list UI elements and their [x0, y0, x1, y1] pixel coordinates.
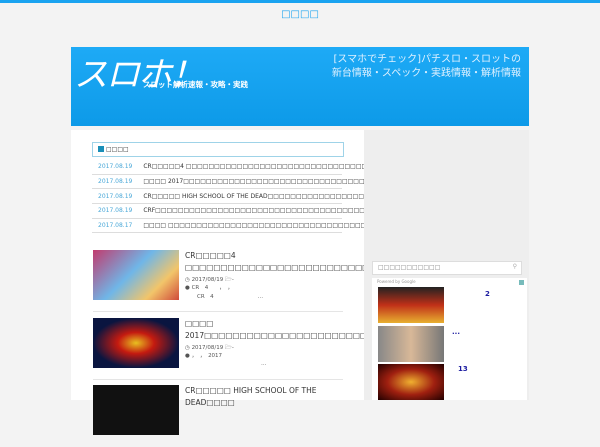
- site-tagline: スロット解析速報・攻略・実践: [143, 80, 248, 89]
- post-card: □□□□ 2017□□□□□□□□□□□□□□□□□□□□□□□□□□□□□□□…: [93, 318, 459, 380]
- news-title[interactable]: □□□□ □□□□□□□□□□□□□□□□□□□□□□□□□□□□□□□□□□□…: [143, 222, 372, 229]
- description-line: [スマホでチェック]パチスロ・スロットの: [333, 54, 521, 65]
- post-title[interactable]: CR□□□□□ HIGH SCHOOL OF THE DEAD□□□□: [185, 385, 345, 409]
- post-thumbnail[interactable]: [93, 385, 179, 435]
- sidebar: □□□□□□□□□□□ ⚲ Powered by Google 2 ... 13: [364, 130, 529, 400]
- news-date: 2017.08.19: [98, 163, 133, 171]
- video-thumbnail[interactable]: [378, 364, 444, 400]
- powered-by-google: Powered by Google: [377, 279, 416, 284]
- news-title[interactable]: □□□□ 2017□□□□□□□□□□□□□□□□□□□□□□□□□□□□□□□…: [143, 178, 370, 185]
- video-thumbnail[interactable]: [378, 326, 444, 362]
- news-item[interactable]: 2017.08.19 □□□□ 2017□□□□□□□□□□□□□□□□□□□□□…: [92, 175, 370, 190]
- post-thumbnail[interactable]: [93, 318, 179, 368]
- notice-icon: [98, 146, 104, 152]
- video-thumbnail[interactable]: [378, 287, 444, 323]
- tag-list[interactable]: ， ， 2017: [192, 353, 223, 359]
- search-placeholder: □□□□□□□□□□□: [378, 264, 441, 271]
- news-list: 2017.08.19 CR□□□□□4 □□□□□□□□□□□□□□□□□□□□□…: [92, 160, 443, 234]
- video-title[interactable]: 2: [485, 290, 490, 298]
- video-widget: Powered by Google 2 ... 13: [372, 278, 527, 400]
- news-item[interactable]: 2017.08.17 □□□□ □□□□□□□□□□□□□□□□□□□□□□□□□…: [92, 219, 372, 234]
- top-accent-bar: [0, 0, 600, 3]
- notice-header: □□□□: [92, 142, 344, 157]
- site-header-banner[interactable]: スロホ！ スロット解析速報・攻略・実践 [スマホでチェック]パチスロ・スロットの…: [71, 47, 529, 126]
- news-item[interactable]: 2017.08.19 CRF□□□□□□□□□□□□□□□□□□□□□□□□□□□…: [92, 204, 399, 219]
- nav-menu-item[interactable]: □□□□: [0, 9, 600, 20]
- post-card: CR□□□□□ HIGH SCHOOL OF THE DEAD□□□□: [93, 385, 343, 447]
- notice-title: □□□□: [106, 146, 129, 153]
- post-tags: ● CR 4 ， ，: [185, 285, 233, 291]
- search-icon[interactable]: ⚲: [513, 263, 517, 270]
- video-title[interactable]: ...: [452, 328, 460, 336]
- tag-list[interactable]: CR 4 ， ，: [192, 285, 233, 291]
- search-input[interactable]: □□□□□□□□□□□ ⚲: [372, 261, 522, 275]
- ad-info-icon[interactable]: [519, 280, 524, 285]
- news-date: 2017.08.19: [98, 192, 133, 200]
- video-title[interactable]: 13: [458, 365, 468, 373]
- news-date: 2017.08.19: [98, 178, 133, 186]
- post-card: CR□□□□□4 □□□□□□□□□□□□□□□□□□□□□□□□□□□□□□□…: [93, 250, 490, 312]
- description-line: 新台情報・スペック・実践情報・解析情報: [331, 68, 521, 79]
- post-tags: ● ， ， 2017: [185, 353, 223, 359]
- news-title[interactable]: CRF□□□□□□□□□□□□□□□□□□□□□□□□□□□□□□□□□□□□□…: [143, 207, 399, 214]
- site-description: [スマホでチェック]パチスロ・スロットの 新台情報・スペック・実践情報・解析情報: [332, 53, 521, 81]
- post-thumbnail[interactable]: [93, 250, 179, 300]
- post-title[interactable]: CR□□□□□4 □□□□□□□□□□□□□□□□□□□□□□□□□□□□□□□…: [185, 250, 490, 274]
- post-category[interactable]: -: [232, 345, 234, 351]
- post-title[interactable]: □□□□ 2017□□□□□□□□□□□□□□□□□□□□□□□□□□□□□□□…: [185, 318, 459, 342]
- main-content: □□□□ 2017.08.19 CR□□□□□4 □□□□□□□□□□□□□□□□…: [71, 130, 490, 435]
- post-excerpt: …: [261, 361, 267, 367]
- post-excerpt: CR 4 …: [197, 294, 264, 300]
- news-date: 2017.08.19: [98, 207, 133, 215]
- news-date: 2017.08.17: [98, 222, 133, 230]
- news-item[interactable]: 2017.08.19 CR□□□□□ HIGH SCHOOL OF THE DEA…: [92, 189, 443, 205]
- news-item[interactable]: 2017.08.19 CR□□□□□4 □□□□□□□□□□□□□□□□□□□□□…: [92, 160, 413, 175]
